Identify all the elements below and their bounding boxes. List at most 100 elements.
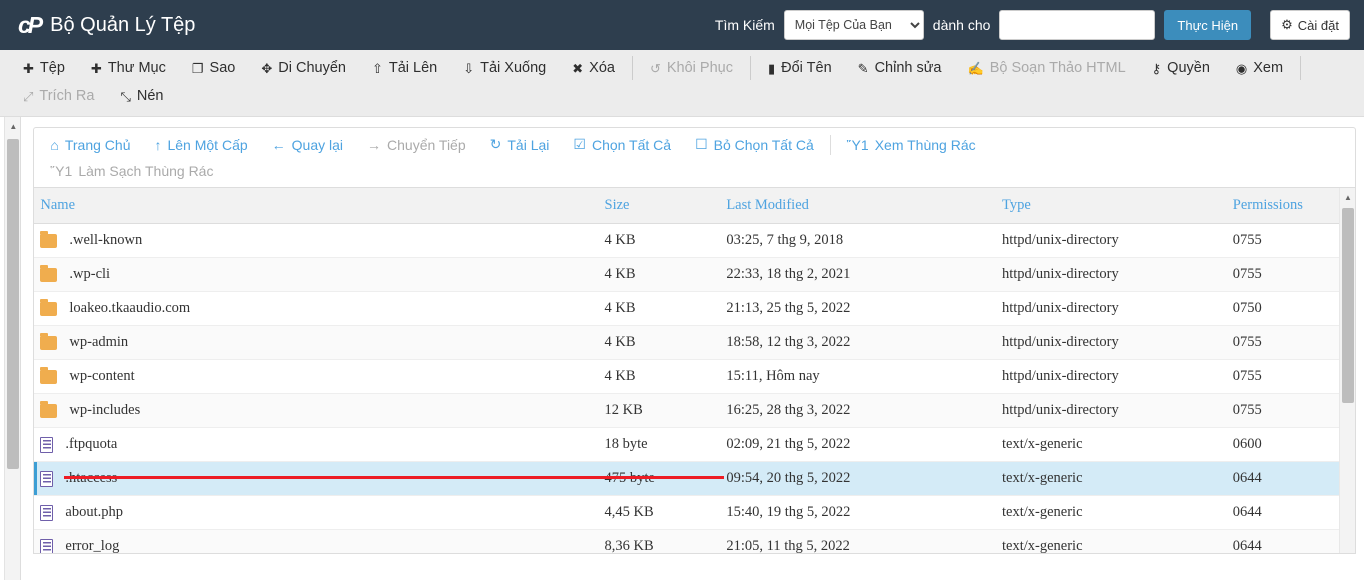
cell-type: httpd/unix-directory xyxy=(995,359,1227,394)
toolbar-item-tải-xuống[interactable]: ⇩ Tải Xuống xyxy=(450,54,559,82)
toolbar-item-khôi-phục: ↺ Khôi Phục xyxy=(637,54,746,82)
table-row[interactable]: .well-known 4 KB 03:25, 7 thg 9, 2018 httpd… xyxy=(34,223,1356,258)
download-icon: ⇩ xyxy=(463,60,475,76)
toolbar-item-label: Chỉnh sửa xyxy=(874,60,942,76)
scroll-up-arrow-icon[interactable]: ▲ xyxy=(5,117,20,135)
table-row[interactable]: wp-includes 12 KB 16:25, 28 thg 3, 2022 htt… xyxy=(34,393,1356,428)
cell-size: 4,45 KB xyxy=(598,495,721,530)
toolbar-item-thư-mục[interactable]: ✚ Thư Mục xyxy=(78,54,179,82)
file-icon xyxy=(40,470,54,487)
app-header: cP Bộ Quản Lý Tệp Tìm Kiếm Mọi Tệp Của B… xyxy=(0,0,1364,50)
cell-permissions: 0755 xyxy=(1226,223,1356,258)
nav-item-lên-một-cấp[interactable]: ↑ Lên Một Cấp xyxy=(142,132,259,158)
file-name-label[interactable]: about.php xyxy=(65,504,123,521)
table-row[interactable]: about.php 4,45 KB 15:40, 19 thg 5, 2022 tex… xyxy=(34,495,1356,530)
move-icon: ✥ xyxy=(261,60,273,76)
sidebar-scrollbar[interactable]: ▲ xyxy=(4,117,21,580)
back-arrow-icon: ← xyxy=(271,136,286,153)
nav-item-xem-thùng-rác[interactable]: Ὕ1 Xem Thùng Rác xyxy=(835,132,988,158)
cell-type: text/x-generic xyxy=(995,495,1227,530)
cell-type: httpd/unix-directory xyxy=(995,325,1227,360)
eye-icon: ◉ xyxy=(1235,60,1248,76)
nav-item-chọn-tất-cả[interactable]: ☑ Chọn Tất Cả xyxy=(561,131,683,158)
action-toolbar: ✚ Tệp ✚ Thư Mục ❐ Sao ✥ Di Chuyển ⇧ Tải Lên ⇩ Tải X… xyxy=(0,50,1364,117)
settings-button[interactable]: ⚙ Cài đặt xyxy=(1270,10,1350,40)
toolbar-item-label: Bộ Soạn Thảo HTML xyxy=(989,60,1126,76)
file-name-label[interactable]: .well-known xyxy=(69,232,142,249)
file-name-label[interactable]: .wp-cli xyxy=(69,266,110,283)
sidebar-scroll-thumb[interactable] xyxy=(7,139,20,469)
cell-permissions: 0750 xyxy=(1226,291,1356,326)
search-input[interactable] xyxy=(999,10,1156,40)
nav-item-quay-lại[interactable]: ← Quay lại xyxy=(260,132,355,158)
table-scrollbar[interactable]: ▲ xyxy=(1339,188,1356,553)
file-name-label[interactable]: wp-content xyxy=(69,368,134,385)
nav-item-label: Tải Lại xyxy=(507,136,550,153)
cell-permissions: 0644 xyxy=(1226,495,1356,530)
cell-last-modified: 22:33, 18 thg 2, 2021 xyxy=(720,257,996,292)
toolbar-item-bộ-soạn-thảo-html: ✍ Bộ Soạn Thảo HTML xyxy=(955,54,1139,82)
column-header-type[interactable]: Type xyxy=(995,188,1227,224)
column-header-name[interactable]: Name xyxy=(34,188,599,224)
cell-type: httpd/unix-directory xyxy=(995,393,1227,428)
folder-icon xyxy=(40,366,58,384)
table-row[interactable]: loakeo.tkaaudio.com 4 KB 21:13, 25 thg 5, … xyxy=(34,291,1356,326)
toolbar-item-tệp[interactable]: ✚ Tệp xyxy=(10,54,78,82)
toolbar-item-label: Đổi Tên xyxy=(781,60,832,76)
toolbar-item-trích-ra: ⤢ Trích Ra xyxy=(10,82,107,110)
trash-icon: Ὕ1 xyxy=(846,136,869,153)
table-row[interactable]: wp-admin 4 KB 18:58, 12 thg 3, 2022 httpd/u… xyxy=(34,325,1356,360)
file-name-label[interactable]: .htaccess xyxy=(65,470,117,487)
column-header-last-modified[interactable]: Last Modified xyxy=(720,188,996,224)
file-name-label[interactable]: wp-admin xyxy=(69,334,128,351)
red-underline-annotation xyxy=(64,475,725,479)
page-title: Bộ Quản Lý Tệp xyxy=(50,13,196,36)
toolbar-item-đổi-tên[interactable]: ▮ Đổi Tên xyxy=(755,54,845,82)
toolbar-item-quyền[interactable]: ⚷ Quyền xyxy=(1139,54,1223,82)
cell-name: .wp-cli xyxy=(34,257,599,292)
file-icon xyxy=(40,436,54,453)
file-name-label[interactable]: error_log xyxy=(65,538,119,553)
cell-name: error_log xyxy=(34,529,599,553)
plus-icon: ✚ xyxy=(90,60,102,76)
table-row[interactable]: wp-content 4 KB 15:11, Hôm nay httpd/unix-d… xyxy=(34,359,1356,394)
toolbar-item-xóa[interactable]: ✖ Xóa xyxy=(559,54,628,82)
table-row[interactable]: error_log 8,36 KB 21:05, 11 thg 5, 2022 tex… xyxy=(34,529,1356,553)
extract-icon: ⤢ xyxy=(23,88,34,104)
table-row[interactable]: .htaccess 475 byte09:54, 20 thg 5, 2022te… xyxy=(34,461,1356,496)
table-row[interactable]: .ftpquota 18 byte 02:09, 21 thg 5, 2022 tex… xyxy=(34,427,1356,462)
file-name-label[interactable]: wp-includes xyxy=(69,402,140,419)
toolbar-separator xyxy=(1300,56,1302,80)
x-icon: ✖ xyxy=(572,60,584,76)
cell-name: .ftpquota xyxy=(34,427,599,462)
navigation-toolbar-row-1: ⌂ Trang Chủ ↑ Lên Một Cấp ← Quay lại → Chuyển T… xyxy=(38,131,1351,158)
toolbar-item-tải-lên[interactable]: ⇧ Tải Lên xyxy=(359,54,450,82)
folder-icon xyxy=(40,332,58,350)
file-name-label[interactable]: loakeo.tkaaudio.com xyxy=(69,300,190,317)
table-row[interactable]: .wp-cli 4 KB 22:33, 18 thg 2, 2021 httpd/un… xyxy=(34,257,1356,292)
gear-icon: ⚙ xyxy=(1281,17,1293,32)
cell-last-modified: 03:25, 7 thg 9, 2018 xyxy=(720,223,996,258)
compress-icon: ⤡ xyxy=(120,88,131,104)
toolbar-item-di-chuyển[interactable]: ✥ Di Chuyển xyxy=(248,54,359,82)
table-scroll-thumb[interactable] xyxy=(1342,208,1355,403)
column-header-permissions[interactable]: Permissions xyxy=(1226,188,1356,224)
cell-size: 4 KB xyxy=(598,257,721,292)
toolbar-item-chỉnh-sửa[interactable]: ✎ Chỉnh sửa xyxy=(845,54,955,82)
nav-item-tải-lại[interactable]: ↻ Tải Lại xyxy=(478,131,562,158)
table-scroll-up-arrow-icon[interactable]: ▲ xyxy=(1340,188,1355,206)
file-name-label[interactable]: .ftpquota xyxy=(65,436,117,453)
toolbar-item-sao[interactable]: ❐ Sao xyxy=(179,54,248,82)
search-scope-select[interactable]: Mọi Tệp Của Bạn xyxy=(783,10,924,40)
column-header-size[interactable]: Size xyxy=(598,188,721,224)
cell-type: httpd/unix-directory xyxy=(995,223,1227,258)
nav-item-bỏ-chọn-tất-cả[interactable]: ☐ Bỏ Chọn Tất Cả xyxy=(683,131,826,158)
toolbar-item-label: Xóa xyxy=(589,60,615,76)
cell-name: .htaccess xyxy=(34,461,599,496)
cell-type: httpd/unix-directory xyxy=(995,291,1227,326)
toolbar-item-nén[interactable]: ⤡ Nén xyxy=(107,82,176,110)
toolbar-separator xyxy=(631,56,633,80)
nav-item-trang-chủ[interactable]: ⌂ Trang Chủ xyxy=(38,132,142,158)
search-go-button[interactable]: Thực Hiện xyxy=(1164,10,1252,40)
toolbar-item-xem[interactable]: ◉ Xem xyxy=(1223,54,1296,82)
